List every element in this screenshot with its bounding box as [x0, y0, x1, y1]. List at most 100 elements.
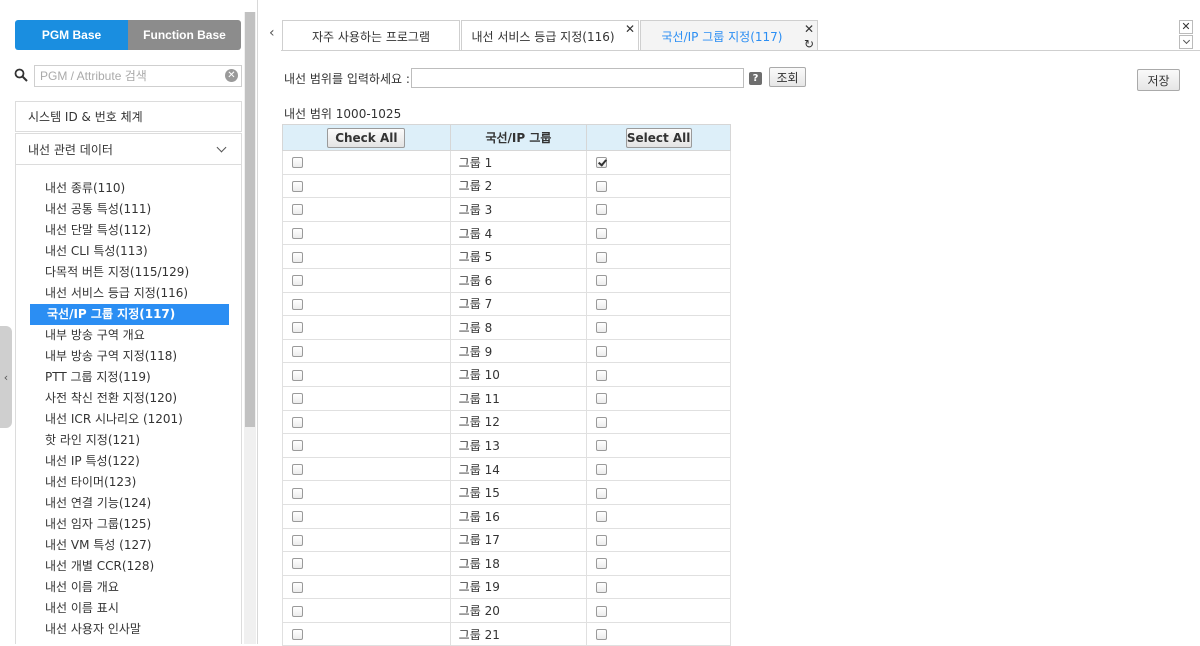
row-checkbox[interactable] — [292, 228, 303, 240]
sidebar-item[interactable]: 내선 VM 특성 (127) — [22, 535, 229, 556]
sidebar-item[interactable]: 내선 타이머(123) — [22, 472, 229, 493]
row-checkbox[interactable] — [292, 275, 303, 287]
group-name-cell: 그룹 3 — [449, 197, 588, 222]
group-checkbox[interactable] — [596, 558, 608, 570]
row-checkbox[interactable] — [292, 534, 303, 546]
row-checkbox[interactable] — [292, 581, 303, 593]
row-checkbox[interactable] — [292, 157, 303, 169]
group-checkbox[interactable] — [596, 605, 608, 617]
sidebar-item[interactable]: 국선/IP 그룹 지정(117) — [30, 304, 229, 325]
sidebar-item[interactable]: 내선 이름 개요 — [22, 577, 229, 598]
group-name: 그룹 20 — [458, 604, 500, 619]
group-checkbox[interactable] — [596, 629, 608, 641]
group-checkbox[interactable] — [596, 440, 608, 452]
row-checkbox[interactable] — [292, 204, 303, 216]
sidebar-item[interactable]: 내선 ICR 시나리오 (1201) — [22, 409, 229, 430]
group-name-cell: 그룹 14 — [449, 456, 588, 482]
sidebar-item[interactable]: 내선 단말 특성(112) — [22, 220, 229, 241]
chevron-down-icon[interactable] — [1179, 35, 1193, 49]
group-checkbox[interactable] — [596, 204, 608, 216]
row-checkbox[interactable] — [292, 464, 303, 476]
sidebar-item[interactable]: 사전 착신 전환 지정(120) — [22, 388, 229, 409]
group-checkbox[interactable] — [596, 251, 608, 263]
range-label: 내선 범위를 입력하세요 : — [284, 72, 410, 86]
row-checkbox[interactable] — [292, 251, 303, 263]
close-tab-icon[interactable]: ✕ — [625, 23, 635, 35]
collapse-panel-handle[interactable]: ‹ — [0, 326, 12, 428]
search-input[interactable] — [34, 65, 242, 87]
table-header-row: Check All 국선/IP 그룹 Select All — [282, 124, 731, 151]
row-checkbox[interactable] — [292, 487, 303, 499]
group-checkbox[interactable] — [596, 275, 608, 287]
extension-range-input[interactable] — [411, 68, 744, 88]
tab-favorites[interactable]: 자주 사용하는 프로그램 — [282, 20, 460, 51]
group-name-cell: 그룹 12 — [449, 409, 588, 435]
group-checkbox[interactable] — [596, 346, 608, 358]
row-checkbox[interactable] — [292, 511, 303, 523]
refresh-icon[interactable]: ↻ — [804, 37, 814, 51]
select-all-button[interactable]: Select All — [625, 127, 692, 148]
close-tab-icon[interactable]: ✕ — [804, 23, 814, 35]
tab-divider — [281, 50, 1200, 51]
row-checkbox[interactable] — [292, 393, 303, 405]
tab-trunk-ip-group[interactable]: 국선/IP 그룹 지정(117) — [640, 20, 818, 51]
sidebar-item[interactable]: 내부 방송 구역 지정(118) — [22, 346, 229, 367]
group-checkbox[interactable] — [596, 393, 608, 405]
sidebar-item[interactable]: 내선 개별 CCR(128) — [22, 556, 229, 577]
sidebar-item[interactable]: 내선 공통 특성(111) — [22, 199, 229, 220]
group-checkbox[interactable] — [596, 534, 608, 546]
row-checkbox[interactable] — [292, 629, 303, 641]
sidebar-item[interactable]: 다목적 버튼 지정(115/129) — [22, 262, 229, 283]
row-checkbox[interactable] — [292, 298, 303, 310]
sidebar-item[interactable]: PTT 그룹 지정(119) — [22, 367, 229, 388]
group-checkbox[interactable] — [596, 416, 608, 428]
sidebar-item[interactable]: 내선 IP 특성(122) — [22, 451, 229, 472]
group-checkbox[interactable] — [596, 298, 608, 310]
row-checkbox[interactable] — [292, 605, 303, 617]
tab-service-class[interactable]: 내선 서비스 등급 지정(116) — [461, 20, 639, 51]
group-select-cell — [586, 362, 731, 387]
table-row: 그룹 12 — [282, 409, 731, 435]
query-button[interactable]: 조회 — [769, 67, 806, 87]
sidebar-item[interactable]: 내부 방송 구역 개요 — [22, 325, 229, 346]
row-checkbox[interactable] — [292, 440, 303, 452]
clear-search-icon[interactable]: ✕ — [225, 69, 238, 82]
save-button[interactable]: 저장 — [1137, 69, 1180, 91]
group-select-cell — [586, 197, 731, 222]
row-checkbox[interactable] — [292, 558, 303, 570]
group-checkbox[interactable] — [596, 511, 608, 523]
sidebar-item[interactable]: 핫 라인 지정(121) — [22, 430, 229, 451]
group-checkbox[interactable] — [596, 157, 608, 169]
tab-function-base[interactable]: Function Base — [128, 20, 241, 50]
close-icon[interactable]: ✕ — [1179, 20, 1193, 34]
group-checkbox[interactable] — [596, 369, 608, 381]
sidebar-item[interactable]: 내선 CLI 특성(113) — [22, 241, 229, 262]
tab-pgm-base[interactable]: PGM Base — [15, 20, 128, 50]
group-checkbox[interactable] — [596, 180, 608, 192]
section-extension-data[interactable]: 내선 관련 데이터 — [15, 133, 242, 165]
help-icon[interactable]: ? — [749, 72, 762, 85]
scrollbar-thumb[interactable] — [245, 12, 255, 427]
sidebar-item[interactable]: 내선 종류(110) — [22, 178, 229, 199]
sidebar-item[interactable]: 내선 연결 기능(124) — [22, 493, 229, 514]
sidebar-item[interactable]: 내선 이름 표시 — [22, 598, 229, 619]
section-system-id[interactable]: 시스템 ID & 번호 체계 — [15, 101, 242, 132]
group-checkbox[interactable] — [596, 322, 608, 334]
sidebar-item[interactable]: 내선 서비스 등급 지정(116) — [22, 283, 229, 304]
group-checkbox[interactable] — [596, 581, 608, 593]
search-icon[interactable] — [14, 68, 28, 82]
left-scrollbar[interactable] — [244, 12, 256, 644]
check-all-button[interactable]: Check All — [327, 127, 406, 148]
row-checkbox[interactable] — [292, 180, 303, 192]
row-checkbox[interactable] — [292, 346, 303, 358]
group-checkbox[interactable] — [596, 487, 608, 499]
sidebar-item[interactable]: 내선 사용자 인사말 — [22, 619, 229, 640]
group-checkbox[interactable] — [596, 228, 608, 240]
tab-scroll-left-icon[interactable]: ‹ — [269, 25, 275, 41]
group-checkbox[interactable] — [596, 464, 608, 476]
row-checkbox[interactable] — [292, 369, 303, 381]
row-check-cell — [282, 220, 451, 246]
sidebar-item[interactable]: 내선 임자 그룹(125) — [22, 514, 229, 535]
row-checkbox[interactable] — [292, 416, 303, 428]
row-checkbox[interactable] — [292, 322, 303, 334]
